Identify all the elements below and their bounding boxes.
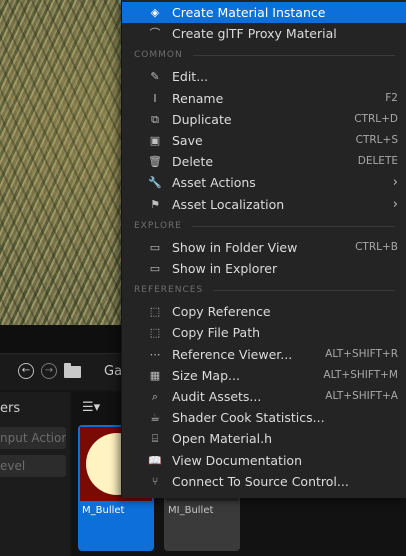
menu-section-common: COMMON <box>134 48 395 62</box>
menu-item-shortcut: F2 <box>385 91 398 104</box>
menu-item-edit[interactable]: ✎ Edit... <box>122 66 406 87</box>
trash-icon: 🗑 <box>148 155 162 169</box>
wrench-icon: 🔧 <box>148 176 162 190</box>
menu-item-label: Show in Folder View <box>172 239 298 255</box>
menu-item-audit-assets[interactable]: ⌕ Audit Assets... ALT+SHIFT+A <box>122 386 406 407</box>
book-icon: 📖 <box>148 453 162 467</box>
menu-item-label: Open Material.h <box>172 431 273 447</box>
size-map-icon: ▦ <box>149 368 161 382</box>
menu-section-title: EXPLORE <box>134 220 182 231</box>
menu-item-label: Create Material Instance <box>172 5 326 20</box>
menu-item-shortcut: ALT+SHIFT+R <box>325 347 398 360</box>
menu-item-shader-cook-statistics[interactable]: ☕ Shader Cook Statistics... <box>122 407 406 428</box>
menu-item-label: Show in Explorer <box>172 261 278 276</box>
menu-item-label: Edit... <box>172 69 209 85</box>
menu-item-label: Copy File Path <box>172 325 261 341</box>
menu-item-label: Audit Assets... <box>172 389 262 404</box>
menu-item-label: Copy Reference <box>172 304 271 320</box>
menu-item-label: Connect To Source Control... <box>172 473 349 489</box>
audit-icon: ⌕ <box>151 390 159 403</box>
menu-item-shortcut: ALT+SHIFT+M <box>323 368 398 381</box>
menu-section-title: REFERENCES <box>134 285 204 296</box>
menu-item-label: Shader Cook Statistics... <box>172 410 325 426</box>
menu-item-shortcut: DELETE <box>357 155 398 168</box>
menu-section-explore: EXPLORE <box>134 219 395 233</box>
context-menu: ◈ Create Material Instance ⌒ Create glTF Pr… <box>121 0 406 498</box>
menu-section-references: REFERENCES <box>134 283 395 297</box>
folder-icon[interactable] <box>64 363 81 378</box>
menu-item-delete[interactable]: 🗑 Delete DELETE <box>122 151 406 172</box>
menu-item-label: Save <box>172 133 203 148</box>
menu-item-label: Rename <box>172 90 224 106</box>
menu-section-divider <box>213 290 395 292</box>
menu-item-label: Asset Actions <box>172 175 256 191</box>
menu-item-label: Asset Localization <box>172 196 285 212</box>
menu-item-shortcut: CTRL+D <box>354 112 398 125</box>
save-icon: ▣ <box>149 134 161 147</box>
menu-item-label: Duplicate <box>172 111 232 127</box>
copy-reference-icon: ⬚ <box>149 305 161 319</box>
code-file-icon: ⌸ <box>151 432 159 446</box>
menu-item-shortcut: ALT+SHIFT+A <box>325 390 398 402</box>
asset-name: M_Bullet <box>82 505 125 516</box>
menu-item-label: Delete <box>172 154 214 170</box>
filters-panel: ers nput Action evel <box>0 392 70 556</box>
menu-item-connect-to-source-control[interactable]: ⑂ Connect To Source Control... <box>122 471 406 492</box>
menu-item-create-material-instance[interactable]: ◈ Create Material Instance <box>122 2 406 23</box>
filter-item[interactable]: nput Action <box>0 427 66 449</box>
source-control-icon: ⑂ <box>151 474 159 488</box>
menu-section-title: COMMON <box>134 50 183 61</box>
menu-item-asset-actions[interactable]: 🔧 Asset Actions › <box>122 172 406 193</box>
folder-search-icon: ▭ <box>149 240 161 254</box>
reference-viewer-icon: ⋯ <box>149 347 161 361</box>
menu-item-label: View Documentation <box>172 452 302 468</box>
menu-item-duplicate[interactable]: ⧉ Duplicate CTRL+D <box>122 109 406 130</box>
menu-item-asset-localization[interactable]: ⚑ Asset Localization › <box>122 194 406 215</box>
menu-item-view-documentation[interactable]: 📖 View Documentation <box>122 450 406 471</box>
menu-item-label: Size Map... <box>172 367 240 383</box>
folder-search-icon: ▭ <box>149 262 161 275</box>
menu-item-create-gltf-proxy-material[interactable]: ⌒ Create glTF Proxy Material <box>122 23 406 44</box>
menu-item-rename[interactable]: I Rename F2 <box>122 88 406 109</box>
pencil-icon: ✎ <box>150 70 160 84</box>
chevron-right-icon: › <box>392 196 398 212</box>
menu-item-size-map[interactable]: ▦ Size Map... ALT+SHIFT+M <box>122 365 406 386</box>
chevron-right-icon: › <box>392 175 398 191</box>
menu-item-shortcut: CTRL+S <box>355 134 398 146</box>
menu-item-label: Create glTF Proxy Material <box>172 26 337 42</box>
forward-arrow-icon[interactable]: → <box>41 363 57 379</box>
menu-item-show-in-folder-view[interactable]: ▭ Show in Folder View CTRL+B <box>122 237 406 258</box>
material-instance-icon: ◈ <box>150 6 160 19</box>
back-arrow-icon[interactable]: ← <box>18 363 34 379</box>
copy-path-icon: ⬚ <box>149 326 161 340</box>
menu-section-divider <box>193 55 395 57</box>
teapot-icon: ☕ <box>150 411 160 425</box>
menu-item-shortcut: CTRL+B <box>355 240 398 253</box>
flag-icon: ⚑ <box>150 197 160 211</box>
duplicate-icon: ⧉ <box>151 112 159 126</box>
menu-item-show-in-explorer[interactable]: ▭ Show in Explorer <box>122 258 406 279</box>
gltf-icon: ⌒ <box>149 27 161 41</box>
menu-item-copy-file-path[interactable]: ⬚ Copy File Path <box>122 322 406 343</box>
filter-item[interactable]: evel <box>0 455 66 477</box>
asset-name: MI_Bullet <box>168 505 214 516</box>
breadcrumb[interactable]: Ga <box>104 364 122 379</box>
filter-icon[interactable]: ☰▾ <box>82 400 100 415</box>
menu-item-label: Reference Viewer... <box>172 346 293 362</box>
filters-panel-title: ers <box>0 401 21 416</box>
menu-section-divider <box>192 225 395 227</box>
rename-icon: I <box>153 91 157 105</box>
menu-item-reference-viewer[interactable]: ⋯ Reference Viewer... ALT+SHIFT+R <box>122 344 406 365</box>
menu-item-save[interactable]: ▣ Save CTRL+S <box>122 130 406 151</box>
menu-item-copy-reference[interactable]: ⬚ Copy Reference <box>122 301 406 322</box>
menu-item-open-material-h[interactable]: ⌸ Open Material.h <box>122 428 406 449</box>
